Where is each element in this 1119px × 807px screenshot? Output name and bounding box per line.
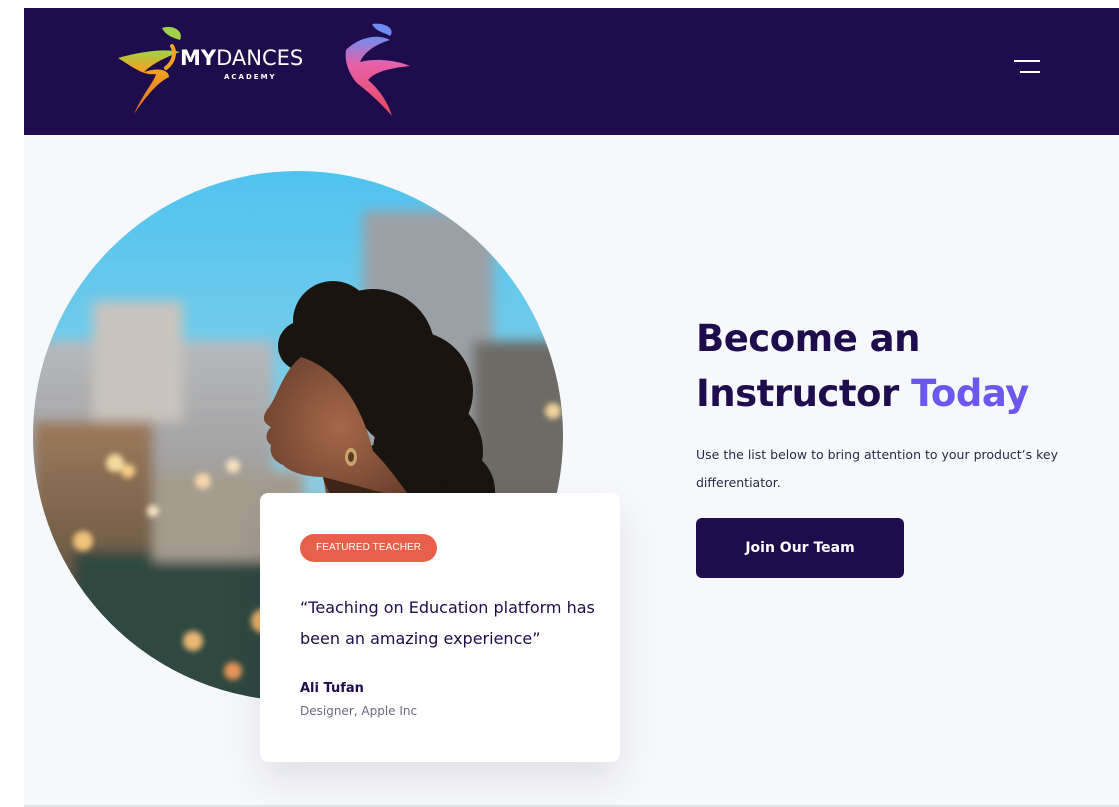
logo-text-regular: DANCES [216, 46, 304, 70]
site-header: MYDANCES ACADEMY [24, 8, 1119, 135]
author-name: Ali Tufan [300, 681, 364, 696]
join-our-team-button[interactable]: Join Our Team [696, 518, 904, 578]
page: MYDANCES ACADEMY FEATURED TEACHER “Teach… [24, 8, 1119, 805]
hamburger-menu-icon[interactable] [1006, 56, 1046, 84]
dancer-logo-icon [118, 23, 410, 116]
logo-subtitle: ACADEMY [224, 73, 277, 81]
hero-description: Use the list below to bring attention to… [696, 447, 1058, 490]
page-title: Become an Instructor Today [696, 311, 1116, 421]
featured-teacher-badge: FEATURED TEACHER [300, 534, 438, 562]
author-role: Designer, Apple Inc [300, 704, 418, 718]
menu-bar-bottom [1020, 71, 1040, 73]
menu-bar-top [1014, 60, 1040, 62]
headline-line1: Become an [696, 317, 921, 360]
featured-teacher-card: FEATURED TEACHER “Teaching on Education … [260, 493, 620, 762]
headline-line2: Instructor [696, 372, 899, 415]
logo-text-bold: MY [180, 46, 217, 70]
testimonial-quote: “Teaching on Education platform has been… [300, 598, 595, 648]
logo-wordmark: MYDANCES [180, 46, 303, 70]
mydances-academy-logo[interactable]: MYDANCES ACADEMY [114, 22, 414, 122]
headline-accent: Today [911, 372, 1029, 415]
